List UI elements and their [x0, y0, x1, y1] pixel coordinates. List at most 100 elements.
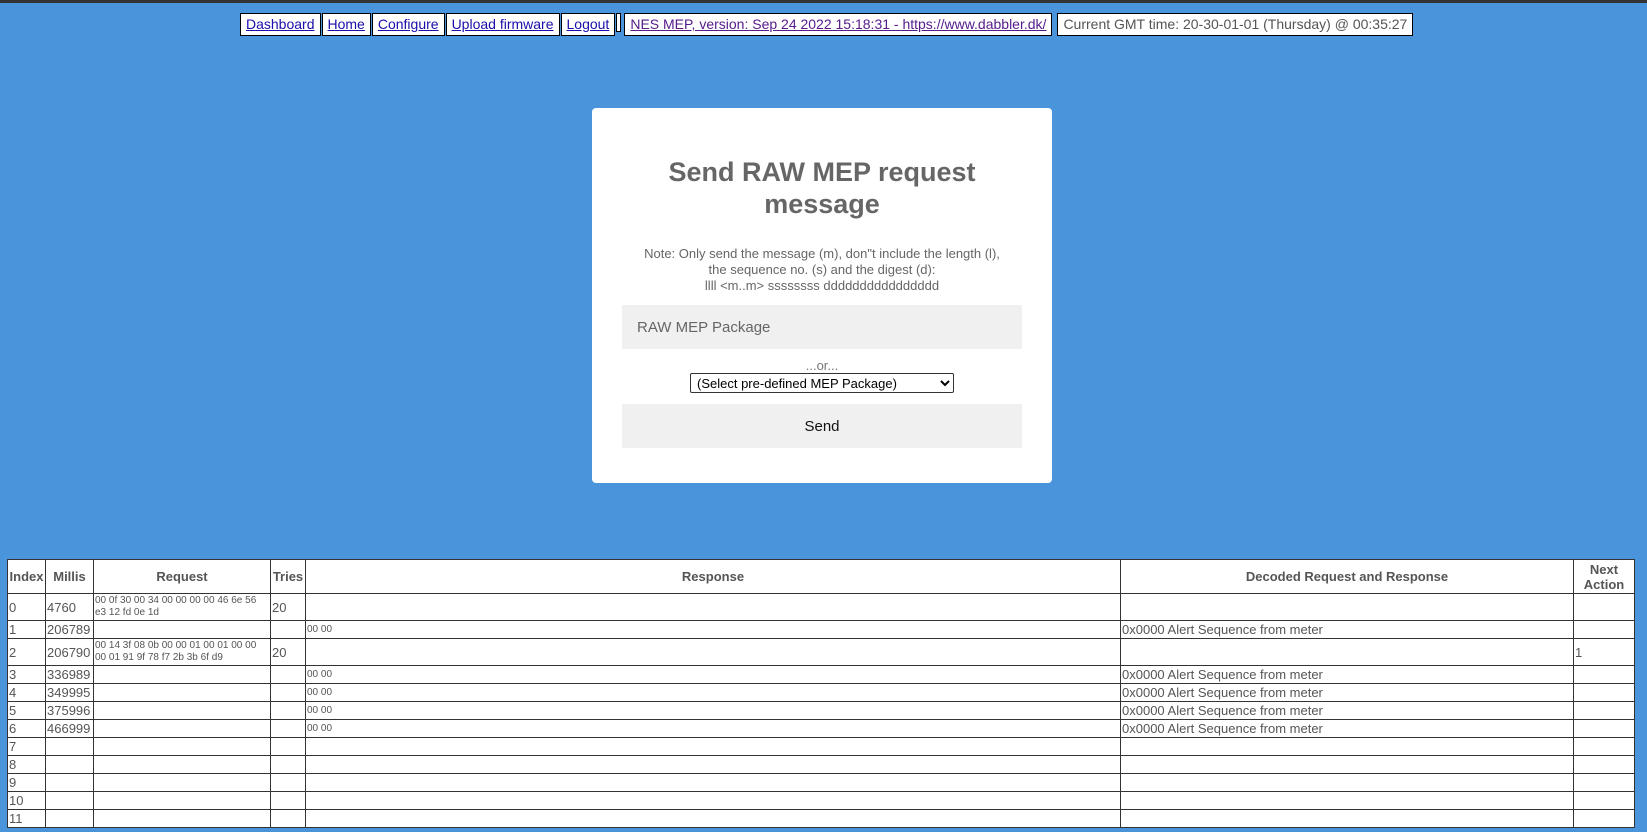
- cell-millis: [45, 755, 94, 774]
- cell-request: [93, 683, 271, 702]
- table-row: 11: [7, 809, 1635, 828]
- nav-link-configure[interactable]: Configure: [378, 16, 439, 32]
- cell-next-action: [1573, 719, 1635, 738]
- nav-cell-configure: Configure: [371, 13, 445, 36]
- cell-request: [93, 791, 271, 810]
- cell-tries: [270, 719, 306, 738]
- cell-next-action: [1573, 773, 1635, 792]
- cell-decoded: [1120, 737, 1574, 756]
- cell-decoded: [1120, 593, 1574, 621]
- cell-request: [93, 737, 271, 756]
- cell-decoded: 0x0000 Alert Sequence from meter: [1120, 620, 1574, 639]
- cell-decoded: 0x0000 Alert Sequence from meter: [1120, 683, 1574, 702]
- cell-request: [93, 755, 271, 774]
- send-button[interactable]: Send: [622, 404, 1022, 448]
- cell-millis: [45, 737, 94, 756]
- cell-tries: [270, 737, 306, 756]
- header-index: Index: [7, 559, 46, 594]
- note-line: Note: Only send the message (m), don"t i…: [644, 246, 1000, 261]
- table-header-row: Index Millis Request Tries Response Deco…: [7, 559, 1635, 594]
- message-log-table: Index Millis Request Tries Response Deco…: [7, 559, 1635, 828]
- cell-next-action: [1573, 683, 1635, 702]
- or-separator: ...or...: [805, 358, 839, 373]
- cell-request: 00 14 3f 08 0b 00 00 01 00 01 00 00 00 0…: [93, 638, 271, 666]
- table-row: 10: [7, 791, 1635, 810]
- table-row: 6 466999 00 00 0x0000 Alert Sequence fro…: [7, 719, 1635, 738]
- cell-millis: 206790: [45, 638, 94, 666]
- cell-request: [93, 665, 271, 684]
- cell-response: [305, 773, 1121, 792]
- current-time: Current GMT time: 20-30-01-01 (Thursday)…: [1057, 13, 1414, 36]
- cell-response: [305, 638, 1121, 666]
- cell-response: [305, 791, 1121, 810]
- header-decoded: Decoded Request and Response: [1120, 559, 1574, 594]
- table-row: 2 206790 00 14 3f 08 0b 00 00 01 00 01 0…: [7, 638, 1635, 666]
- cell-next-action: [1573, 665, 1635, 684]
- cell-request: 00 0f 30 00 34 00 00 00 00 46 6e 56 e3 1…: [93, 593, 271, 621]
- cell-tries: 20: [270, 638, 306, 666]
- cell-tries: [270, 791, 306, 810]
- predefined-package-select[interactable]: (Select pre-defined MEP Package): [690, 373, 954, 393]
- table-row: 4 349995 00 00 0x0000 Alert Sequence fro…: [7, 683, 1635, 702]
- cell-tries: [270, 620, 306, 639]
- nav-link-logout[interactable]: Logout: [567, 16, 610, 32]
- nav-link-home[interactable]: Home: [328, 16, 365, 32]
- table-row: 9: [7, 773, 1635, 792]
- cell-index: 1: [7, 620, 46, 639]
- raw-mep-package-input[interactable]: [622, 305, 1022, 349]
- cell-decoded: [1120, 755, 1574, 774]
- cell-tries: [270, 755, 306, 774]
- cell-millis: 336989: [45, 665, 94, 684]
- cell-index: 3: [7, 665, 46, 684]
- form-note: Note: Only send the message (m), don"t i…: [622, 246, 1022, 294]
- cell-request: [93, 773, 271, 792]
- cell-next-action: [1573, 737, 1635, 756]
- cell-millis: 375996: [45, 701, 94, 720]
- cell-response: [305, 737, 1121, 756]
- cell-request: [93, 620, 271, 639]
- cell-millis: 206789: [45, 620, 94, 639]
- cell-tries: [270, 773, 306, 792]
- cell-next-action: [1573, 809, 1635, 828]
- header-next-action: Next Action: [1573, 559, 1635, 594]
- table-row: 3 336989 00 00 0x0000 Alert Sequence fro…: [7, 665, 1635, 684]
- cell-next-action: [1573, 593, 1635, 621]
- cell-tries: [270, 701, 306, 720]
- nav-cell-version: NES MEP, version: Sep 24 2022 15:18:31 -…: [624, 13, 1053, 36]
- cell-response: 00 00: [305, 683, 1121, 702]
- table-row: 0 4760 00 0f 30 00 34 00 00 00 00 46 6e …: [7, 593, 1635, 621]
- table-row: 7: [7, 737, 1635, 756]
- header-request: Request: [93, 559, 271, 594]
- cell-index: 8: [7, 755, 46, 774]
- table-row: 5 375996 00 00 0x0000 Alert Sequence fro…: [7, 701, 1635, 720]
- cell-response: 00 00: [305, 719, 1121, 738]
- cell-index: 10: [7, 791, 46, 810]
- cell-millis: 466999: [45, 719, 94, 738]
- cell-millis: [45, 809, 94, 828]
- header-response: Response: [305, 559, 1121, 594]
- cell-response: 00 00: [305, 665, 1121, 684]
- raw-mep-form-card: Send RAW MEP request message Note: Only …: [592, 108, 1052, 483]
- table-row: 1 206789 00 00 0x0000 Alert Sequence fro…: [7, 620, 1635, 639]
- cell-decoded: 0x0000 Alert Sequence from meter: [1120, 665, 1574, 684]
- nav-cell-dashboard: Dashboard: [240, 13, 321, 36]
- version-link[interactable]: NES MEP, version: Sep 24 2022 15:18:31 -…: [630, 16, 1046, 32]
- nav-cell-logout: Logout: [560, 13, 616, 36]
- cell-tries: [270, 683, 306, 702]
- cell-next-action: 1: [1573, 638, 1635, 666]
- cell-response: [305, 755, 1121, 774]
- nav-link-upload-firmware[interactable]: Upload firmware: [452, 16, 554, 32]
- cell-index: 6: [7, 719, 46, 738]
- table-row: 8: [7, 755, 1635, 774]
- nav-link-dashboard[interactable]: Dashboard: [246, 16, 315, 32]
- cell-response: [305, 809, 1121, 828]
- cell-decoded: [1120, 773, 1574, 792]
- cell-decoded: [1120, 791, 1574, 810]
- cell-millis: [45, 773, 94, 792]
- cell-index: 7: [7, 737, 46, 756]
- cell-decoded: 0x0000 Alert Sequence from meter: [1120, 719, 1574, 738]
- cell-next-action: [1573, 791, 1635, 810]
- cell-index: 5: [7, 701, 46, 720]
- form-title: Send RAW MEP request message: [668, 157, 976, 219]
- cell-decoded: [1120, 809, 1574, 828]
